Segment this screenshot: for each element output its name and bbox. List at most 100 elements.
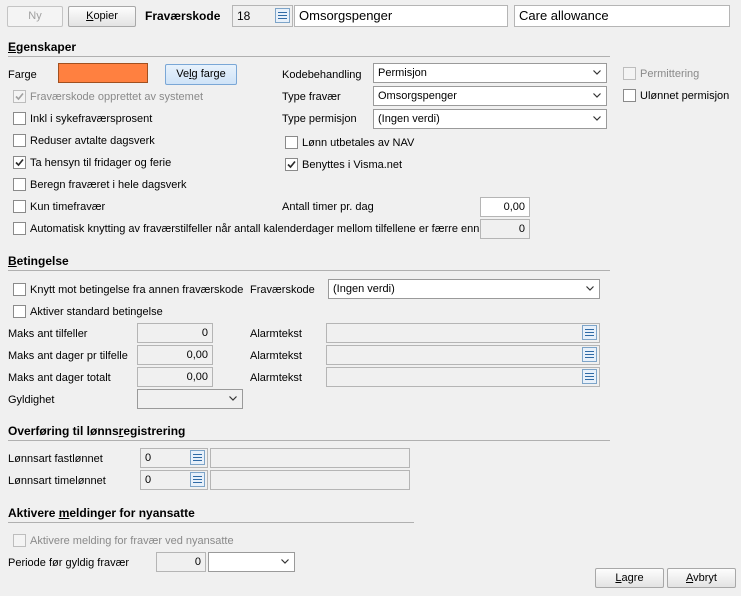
- max-days-per-case-label: Maks ant dager pr tilfelle: [8, 350, 128, 362]
- period-unit-select[interactable]: [208, 552, 295, 572]
- alarm-label-3: Alarmtekst: [250, 372, 302, 384]
- absence-type-select[interactable]: Omsorgspenger: [373, 86, 607, 106]
- code-handling-value: Permisjon: [378, 67, 427, 79]
- leave-type-value: (Ingen verdi): [378, 113, 440, 125]
- visma-checkbox[interactable]: [285, 158, 298, 171]
- incl-sick-pct-label: Inkl i sykefraværsprosent: [30, 113, 153, 125]
- code-value: 18: [237, 9, 251, 23]
- lookup-list-icon[interactable]: [582, 369, 597, 384]
- lookup-list-icon[interactable]: [275, 8, 290, 23]
- code-label: Fraværskode: [145, 9, 221, 23]
- hourly-pay-input[interactable]: 0: [140, 470, 208, 490]
- section-divider: [8, 270, 610, 271]
- lookup-list-icon[interactable]: [582, 347, 597, 362]
- chevron-down-icon: [593, 70, 601, 75]
- incl-sick-pct-checkbox[interactable]: [13, 112, 26, 125]
- leave-type-select[interactable]: (Ingen verdi): [373, 109, 607, 129]
- created-by-system-checkbox: [13, 90, 26, 103]
- period-label: Periode før gyldig fravær: [8, 557, 130, 569]
- check-icon: [15, 92, 24, 101]
- color-swatch[interactable]: [58, 63, 148, 83]
- chevron-down-icon: [281, 559, 289, 564]
- cancel-button-label: vbryt: [693, 572, 717, 584]
- link-condition-checkbox[interactable]: [13, 283, 26, 296]
- leave-type-label: Type permisjon: [282, 113, 357, 125]
- chevron-down-icon: [229, 396, 237, 401]
- hourly-pay-name: [210, 470, 410, 490]
- auto-link-checkbox[interactable]: [13, 222, 26, 235]
- nav-pay-checkbox[interactable]: [285, 136, 298, 149]
- hours-only-checkbox[interactable]: [13, 200, 26, 213]
- nav-pay-label: Lønn utbetales av NAV: [302, 137, 415, 149]
- code-handling-select[interactable]: Permisjon: [373, 63, 607, 83]
- fixed-pay-label: Lønnsart fastlønnet: [8, 453, 103, 465]
- save-button-label: agre: [621, 572, 644, 584]
- unpaid-leave-label: Ulønnet permisjon: [640, 90, 730, 102]
- reduce-workdays-checkbox[interactable]: [13, 134, 26, 147]
- check-icon: [287, 160, 296, 169]
- code-handling-label: Kodebehandling: [282, 69, 362, 81]
- auto-link-input[interactable]: 0: [480, 219, 530, 239]
- chevron-down-icon: [593, 116, 601, 121]
- new-button[interactable]: Ny: [7, 6, 63, 27]
- absence-type-value: Omsorgspenger: [378, 90, 457, 102]
- whole-days-label: Beregn fraværet i hele dagsverk: [30, 179, 187, 191]
- lookup-list-icon[interactable]: [190, 450, 205, 465]
- activate-standard-checkbox[interactable]: [13, 305, 26, 318]
- section-lonn-title: Overføring til lønnsregistrering: [8, 424, 186, 438]
- fixed-pay-value: 0: [145, 452, 152, 464]
- layoff-checkbox: [623, 67, 636, 80]
- fixed-pay-input[interactable]: 0: [140, 448, 208, 468]
- section-divider: [8, 522, 414, 523]
- whole-days-checkbox[interactable]: [13, 178, 26, 191]
- section-betingelse-title: Betingelse: [8, 254, 69, 268]
- code-field[interactable]: 18: [232, 5, 293, 27]
- max-days-total-label: Maks ant dager totalt: [8, 372, 111, 384]
- section-egenskaper-title: Egenskaper: [8, 40, 77, 54]
- hourly-pay-label: Lønnsart timelønnet: [8, 475, 106, 487]
- holidays-label: Ta hensyn til fridager og ferie: [30, 157, 172, 169]
- hours-per-day-input[interactable]: 0,00: [480, 197, 530, 217]
- layoff-label: Permittering: [640, 68, 700, 80]
- unpaid-leave-checkbox[interactable]: [623, 89, 636, 102]
- alarm-text-2[interactable]: [326, 345, 600, 365]
- name-en-field[interactable]: Care allowance: [514, 5, 730, 27]
- section-meldinger-title: Aktivere meldinger for nyansatte: [8, 506, 195, 520]
- max-days-total-input[interactable]: 0,00: [137, 367, 213, 387]
- lookup-list-icon[interactable]: [582, 325, 597, 340]
- created-by-system-label: Fraværskode opprettet av systemet: [30, 91, 204, 103]
- condition-code-select[interactable]: (Ingen verdi): [328, 279, 600, 299]
- validity-label: Gyldighet: [8, 394, 55, 406]
- name-field[interactable]: Omsorgspenger: [294, 5, 508, 27]
- validity-select[interactable]: [137, 389, 243, 409]
- condition-code-label: Fraværskode: [250, 284, 315, 296]
- auto-link-label: Automatisk knytting av fraværstilfeller …: [30, 223, 480, 235]
- lookup-list-icon[interactable]: [190, 472, 205, 487]
- period-input[interactable]: 0: [156, 552, 206, 572]
- copy-button[interactable]: Kopier: [68, 6, 136, 27]
- cancel-button[interactable]: Avbryt: [667, 568, 736, 588]
- holidays-checkbox[interactable]: [13, 156, 26, 169]
- alarm-text-1[interactable]: [326, 323, 600, 343]
- choose-color-button[interactable]: Velg farge: [165, 64, 237, 85]
- color-label: Farge: [8, 69, 37, 81]
- alarm-text-3[interactable]: [326, 367, 600, 387]
- section-divider: [8, 440, 610, 441]
- visma-label: Benyttes i Visma.net: [302, 159, 403, 171]
- activate-message-checkbox: [13, 534, 26, 547]
- fixed-pay-name: [210, 448, 410, 468]
- max-cases-input[interactable]: 0: [137, 323, 213, 343]
- condition-code-value: (Ingen verdi): [333, 283, 395, 295]
- hours-per-day-label: Antall timer pr. dag: [282, 201, 374, 213]
- max-cases-label: Maks ant tilfeller: [8, 328, 88, 340]
- link-condition-label: Knytt mot betingelse fra annen fraværsko…: [30, 284, 244, 296]
- activate-standard-label: Aktiver standard betingelse: [30, 306, 163, 318]
- section-divider: [8, 56, 610, 57]
- max-days-per-case-input[interactable]: 0,00: [137, 345, 213, 365]
- chevron-down-icon: [593, 93, 601, 98]
- chevron-down-icon: [586, 286, 594, 291]
- activate-message-label: Aktivere melding for fravær ved nyansatt…: [30, 535, 234, 547]
- save-button[interactable]: Lagre: [595, 568, 664, 588]
- hourly-pay-value: 0: [145, 474, 152, 486]
- reduce-workdays-label: Reduser avtalte dagsverk: [30, 135, 155, 147]
